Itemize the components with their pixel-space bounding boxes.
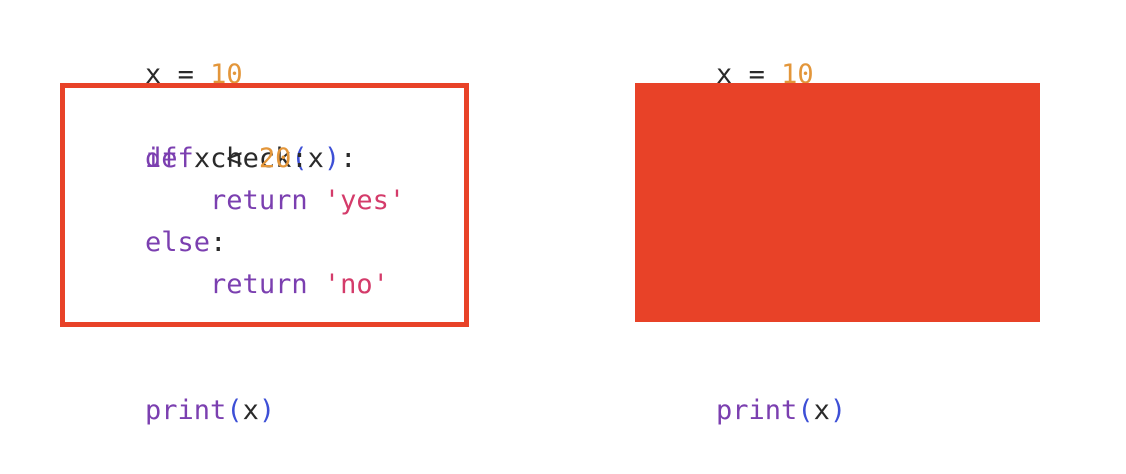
right-print-arg: x xyxy=(813,395,830,426)
def-param: x xyxy=(307,143,324,174)
return-value-no: 'no' xyxy=(323,269,389,300)
return-keyword-2: return xyxy=(210,269,308,300)
else-colon: : xyxy=(210,227,227,258)
return-keyword-1: return xyxy=(210,185,308,216)
if-cond-var: x xyxy=(193,143,211,174)
right-print-line: print(x) xyxy=(651,348,846,474)
def-close-paren: ) xyxy=(323,143,341,174)
else-keyword: else xyxy=(145,227,211,258)
left-print-arg: x xyxy=(242,395,259,426)
left-print-close-paren: ) xyxy=(258,395,276,426)
right-print-open-paren: ( xyxy=(797,395,814,426)
if-keyword: if xyxy=(145,143,178,174)
if-cond-value: 20 xyxy=(258,143,292,174)
redacted-function-block xyxy=(635,83,1040,322)
right-print-close-paren: ) xyxy=(829,395,847,426)
left-print-line: print(x) xyxy=(80,348,275,474)
return-value-yes: 'yes' xyxy=(323,185,406,216)
left-print-open-paren: ( xyxy=(226,395,243,426)
right-print-fn: print xyxy=(716,395,798,426)
left-print-fn: print xyxy=(145,395,227,426)
def-colon: : xyxy=(340,143,357,174)
return-no-line: return 'no' xyxy=(80,264,389,348)
if-cond-op: < xyxy=(226,143,243,174)
if-colon: : xyxy=(291,143,308,174)
